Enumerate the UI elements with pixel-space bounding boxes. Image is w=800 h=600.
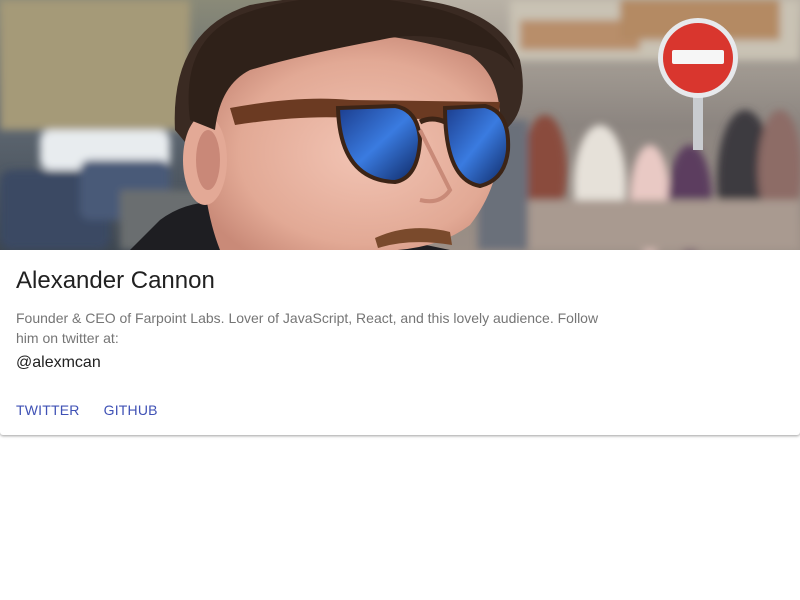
profile-photo-image: [0, 0, 800, 250]
card-content: Alexander Cannon Founder & CEO of Farpoi…: [0, 250, 800, 374]
twitter-handle: @alexmcan: [16, 354, 101, 371]
profile-bio: Founder & CEO of Farpoint Labs. Lover of…: [16, 310, 599, 346]
twitter-button[interactable]: TWITTER: [8, 394, 88, 426]
github-button[interactable]: GITHUB: [96, 394, 166, 426]
profile-name: Alexander Cannon: [16, 267, 215, 294]
profile-photo: [0, 0, 800, 250]
profile-card: Alexander Cannon Founder & CEO of Farpoi…: [0, 0, 800, 435]
card-actions: TWITTER GITHUB: [0, 394, 174, 426]
